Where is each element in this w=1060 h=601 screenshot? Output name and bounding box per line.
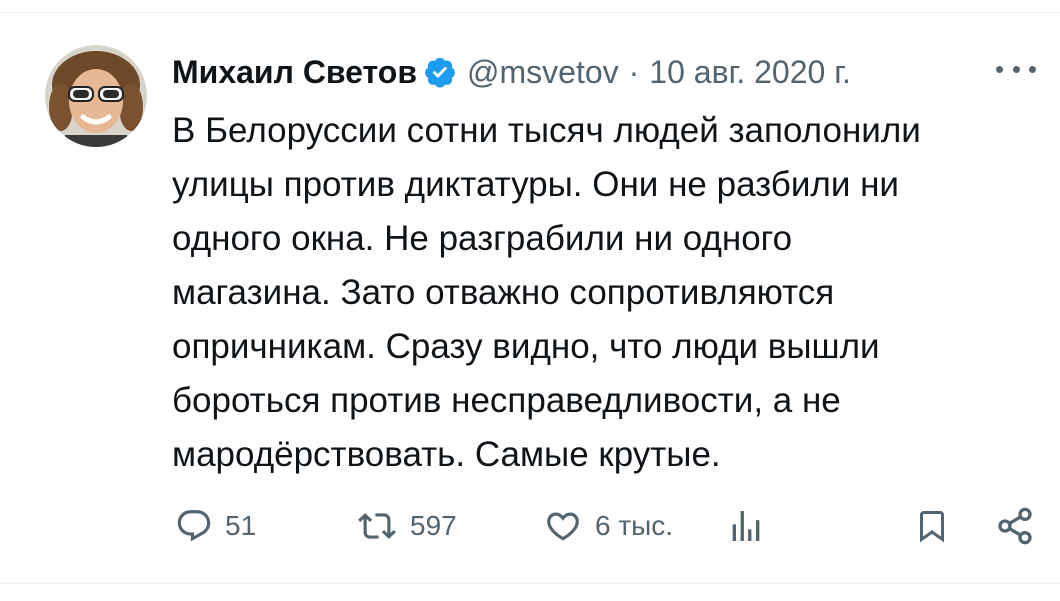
tweet-text: В Белоруссии сотни тысяч людей заполонил… [172,104,1032,482]
tweet-date[interactable]: 10 авг. 2020 г. [649,54,851,91]
tweet-text-line: магазина. Зато отважно сопротивляются [172,273,835,312]
reply-icon [177,510,211,542]
share-icon [998,507,1032,545]
more-dot [1029,65,1036,73]
share-button[interactable] [995,498,1035,554]
more-dot [1012,65,1020,73]
reply-count: 51 [225,510,257,541]
more-dot [996,65,1003,73]
verified-badge-icon [425,57,455,88]
tweet-text-line: опричникам. Сразу видно, что люди вышли [172,327,880,366]
like-count: 6 тыс. [595,510,674,541]
tweet-text-line: В Белоруссии сотни тысяч людей заполонил… [172,111,921,150]
retweet-icon [358,513,396,539]
retweet-button[interactable]: 597 [356,498,457,554]
bookmark-icon [920,511,944,543]
top-divider [0,12,1060,13]
tweet-text-line: бороться против несправедливости, а не [172,381,841,420]
views-button[interactable] [726,498,766,554]
heart-icon [547,512,579,541]
tweet-header: Михаил Светов @msvetov · 10 авг. 2020 г. [172,47,1042,97]
like-button[interactable]: 6 тыс. [543,498,673,554]
avatar[interactable] [45,45,147,147]
bookmark-button[interactable] [914,498,950,554]
tweet-text-line: мародёрствовать. Самые крутые. [172,435,721,474]
reply-button[interactable]: 51 [175,498,256,554]
author-handle[interactable]: @msvetov [467,54,619,91]
action-bar: 51 597 6 тыс. [0,498,1060,554]
bottom-divider [0,582,1060,584]
author-name[interactable]: Михаил Светов [172,54,417,91]
tweet-text-line: улицы против диктатуры. Они не разбили н… [172,165,899,204]
analytics-icon [732,511,760,541]
more-options-icon[interactable] [996,52,1036,86]
separator-dot: · [628,53,640,90]
tweet-text-line: одного окна. Не разграбили ни одного [172,219,793,258]
retweet-count: 597 [410,510,457,541]
